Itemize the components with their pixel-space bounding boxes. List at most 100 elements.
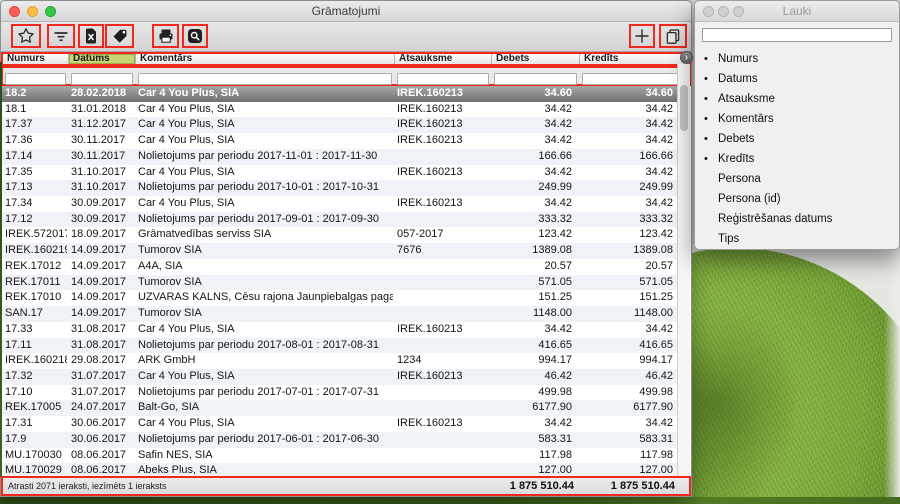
toolbar (1, 22, 691, 52)
field-item-kred-ts[interactable]: •Kredīts (695, 149, 899, 169)
cell-kredits: 571.05 (578, 275, 679, 291)
column-header-debets[interactable]: Debets (492, 54, 580, 64)
field-item-datums[interactable]: •Datums (695, 69, 899, 89)
table-row[interactable]: REK.1701214.09.2017A4A, SIA20.5720.57 (1, 259, 679, 275)
cell-atsauksme: 1234 (393, 353, 490, 369)
column-header-komentars[interactable]: Komentārs (136, 54, 395, 64)
table-row[interactable]: 18.131.01.2018Car 4 You Plus, SIAIREK.16… (1, 102, 679, 118)
filter-button[interactable] (47, 24, 75, 48)
cell-komentars: Nolietojums par periodu 2017-06-01 : 201… (134, 432, 393, 448)
table-row[interactable]: 17.1430.11.2017Nolietojums par periodu 2… (1, 149, 679, 165)
export-excel-button[interactable] (78, 24, 104, 48)
tag-button[interactable] (105, 24, 134, 48)
column-overflow-icon[interactable]: › (680, 51, 693, 64)
fields-search-input[interactable] (702, 28, 892, 42)
cell-debets: 151.25 (490, 290, 578, 306)
cell-komentars: Car 4 You Plus, SIA (134, 86, 393, 102)
field-item-debets[interactable]: •Debets (695, 129, 899, 149)
table-row[interactable]: 17.1331.10.2017Nolietojums par periodu 2… (1, 180, 679, 196)
field-item-re-istr-anas-datums[interactable]: Reģistrēšanas datums (695, 209, 899, 229)
cell-komentars: Balt-Go, SIA (134, 400, 393, 416)
cell-datums: 08.06.2017 (67, 448, 134, 464)
fields-panel-titlebar[interactable]: Lauki (695, 1, 899, 22)
duplicate-record-button[interactable] (659, 24, 687, 48)
cell-komentars: Tumorov SIA (134, 275, 393, 291)
add-record-button[interactable] (629, 24, 655, 48)
field-item-label: Atsauksme (718, 93, 775, 105)
column-header-numurs[interactable]: Numurs (3, 54, 69, 64)
table-row[interactable]: IREK.16021914.09.2017Tumorov SIA76761389… (1, 243, 679, 259)
field-item-koment-rs[interactable]: •Komentārs (695, 109, 899, 129)
field-item-label: Persona (id) (718, 193, 781, 205)
table-row[interactable]: 18.228.02.2018Car 4 You Plus, SIAIREK.16… (1, 86, 679, 102)
table-row[interactable]: 17.930.06.2017Nolietojums par periodu 20… (1, 432, 679, 448)
table-row[interactable]: 17.1230.09.2017Nolietojums par periodu 2… (1, 212, 679, 228)
filter-input-atsauksme[interactable] (397, 73, 489, 85)
table-row[interactable]: REK.1700524.07.2017Balt-Go, SIA6177.9061… (1, 400, 679, 416)
field-item-label: Debets (718, 133, 754, 145)
filter-input-kredits[interactable] (582, 73, 678, 85)
print-button[interactable] (152, 24, 179, 48)
field-item-label: Kredīts (718, 153, 754, 165)
filter-input-debets[interactable] (494, 73, 577, 85)
field-item-tips[interactable]: Tips (695, 229, 899, 249)
cell-kredits: 34.42 (578, 416, 679, 432)
fields-panel-title: Lauki (695, 1, 899, 21)
tag-icon (111, 27, 129, 45)
table-row[interactable]: MU.17003008.06.2017Safin NES, SIA117.981… (1, 448, 679, 464)
table-row[interactable]: 17.3430.09.2017Car 4 You Plus, SIAIREK.1… (1, 196, 679, 212)
cell-datums: 14.09.2017 (67, 290, 134, 306)
cell-datums: 14.09.2017 (67, 275, 134, 291)
table-row[interactable]: IREK.16021829.08.2017ARK GmbH1234994.179… (1, 353, 679, 369)
cell-atsauksme (393, 180, 490, 196)
table-row[interactable]: 17.3731.12.2017Car 4 You Plus, SIAIREK.1… (1, 117, 679, 133)
table-row[interactable]: 17.3331.08.2017Car 4 You Plus, SIAIREK.1… (1, 322, 679, 338)
cell-komentars: Car 4 You Plus, SIA (134, 165, 393, 181)
table-row[interactable]: 17.1031.07.2017Nolietojums par periodu 2… (1, 385, 679, 401)
cell-debets: 583.31 (490, 432, 578, 448)
field-item-numurs[interactable]: •Numurs (695, 49, 899, 69)
cell-datums: 30.11.2017 (67, 133, 134, 149)
quick-search-button[interactable] (182, 24, 208, 48)
table-row[interactable]: IREK.57201718.09.2017Grāmatvedības servi… (1, 227, 679, 243)
column-header-kredits[interactable]: Kredīts (580, 54, 681, 64)
table-row[interactable]: 17.3531.10.2017Car 4 You Plus, SIAIREK.1… (1, 165, 679, 181)
table-row[interactable]: 17.3130.06.2017Car 4 You Plus, SIAIREK.1… (1, 416, 679, 432)
cell-kredits: 1148.00 (578, 306, 679, 322)
vertical-scrollbar[interactable] (677, 64, 690, 477)
table-row[interactable]: REK.1701014.09.2017UZVARAS KALNS, Cēsu r… (1, 290, 679, 306)
cell-numurs: REK.17012 (1, 259, 67, 275)
cell-datums: 24.07.2017 (67, 400, 134, 416)
cell-kredits: 249.99 (578, 180, 679, 196)
add-icon (633, 27, 651, 45)
field-item-atsauksme[interactable]: •Atsauksme (695, 89, 899, 109)
field-item-persona[interactable]: Persona (695, 169, 899, 189)
filter-input-numurs[interactable] (5, 73, 66, 85)
field-item-persona-id-[interactable]: Persona (id) (695, 189, 899, 209)
cell-komentars: Nolietojums par periodu 2017-09-01 : 201… (134, 212, 393, 228)
cell-numurs: 17.13 (1, 180, 67, 196)
record-count-summary: Atrasti 2071 ieraksti, iezīmēts 1 ieraks… (3, 481, 492, 491)
cell-kredits: 34.42 (578, 322, 679, 338)
cell-datums: 28.02.2018 (67, 86, 134, 102)
cell-debets: 34.42 (490, 102, 578, 118)
table-row[interactable]: REK.1701114.09.2017Tumorov SIA571.05571.… (1, 275, 679, 291)
cell-atsauksme: IREK.160213 (393, 416, 490, 432)
table-row[interactable]: 17.3231.07.2017Car 4 You Plus, SIAIREK.1… (1, 369, 679, 385)
filter-input-datums[interactable] (71, 73, 133, 85)
filter-input-komentars[interactable] (138, 73, 392, 85)
table-row[interactable]: 17.1131.08.2017Nolietojums par periodu 2… (1, 338, 679, 354)
table-row[interactable]: SAN.1714.09.2017Tumorov SIA1148.001148.0… (1, 306, 679, 322)
window-titlebar[interactable]: Grāmatojumi (1, 1, 691, 22)
cell-debets: 46.42 (490, 369, 578, 385)
column-header-atsauksme[interactable]: Atsauksme (395, 54, 492, 64)
favorite-button[interactable] (11, 24, 41, 48)
cell-atsauksme (393, 385, 490, 401)
field-item-label: Tips (718, 233, 739, 245)
cell-numurs: 17.11 (1, 338, 67, 354)
column-header-datums[interactable]: Datums (69, 54, 136, 64)
cell-kredits: 46.42 (578, 369, 679, 385)
scrollbar-thumb[interactable] (680, 85, 688, 131)
table-row[interactable]: 17.3630.11.2017Car 4 You Plus, SIAIREK.1… (1, 133, 679, 149)
cell-atsauksme (393, 290, 490, 306)
